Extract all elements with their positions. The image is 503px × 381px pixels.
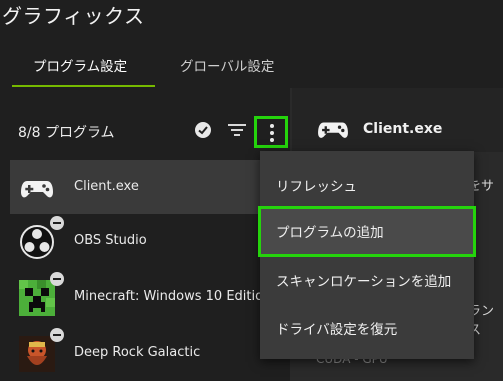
remove-icon[interactable] — [50, 216, 64, 230]
remove-icon[interactable] — [50, 328, 64, 342]
menu-item-add-program[interactable]: プログラムの追加 — [276, 221, 384, 241]
program-count: 8/8 プログラム — [18, 125, 115, 141]
page-title: グラフィックス — [2, 4, 145, 28]
program-label: OBS Studio — [74, 233, 147, 248]
filter-icon[interactable] — [228, 123, 246, 137]
menu-item-add-scan-location[interactable]: スキャンロケーションを追加 — [276, 270, 451, 290]
menu-item-refresh[interactable]: リフレッシュ — [276, 175, 357, 195]
program-label: Deep Rock Galactic — [74, 345, 201, 360]
program-row-client[interactable]: Client.exe — [10, 160, 295, 214]
gamepad-icon — [318, 122, 348, 138]
selected-program-title: Client.exe — [363, 121, 443, 137]
obs-logo-icon — [20, 225, 54, 259]
tab-global-settings[interactable]: グローバル設定 — [180, 55, 274, 75]
deep-rock-galactic-icon — [19, 336, 55, 372]
active-tab-indicator — [12, 85, 155, 87]
tab-program-settings[interactable]: プログラム設定 — [33, 55, 127, 75]
remove-icon[interactable] — [50, 272, 64, 286]
more-options-icon[interactable] — [254, 116, 288, 148]
minecraft-creeper-icon — [19, 280, 55, 316]
context-menu: リフレッシュ プログラムの追加 スキャンロケーションを追加 ドライバ設定を復元 — [258, 151, 476, 359]
gamepad-icon — [21, 181, 53, 198]
program-label: Client.exe — [74, 179, 139, 194]
menu-item-restore-driver-settings[interactable]: ドライバ設定を復元 — [276, 318, 397, 338]
program-row-deep-rock[interactable]: Deep Rock Galactic — [10, 326, 295, 380]
program-row-minecraft[interactable]: Minecraft: Windows 10 Edition — [10, 270, 295, 324]
verified-check-icon[interactable] — [195, 122, 211, 138]
program-row-obs[interactable]: OBS Studio — [10, 214, 295, 268]
program-label: Minecraft: Windows 10 Edition — [74, 289, 272, 304]
